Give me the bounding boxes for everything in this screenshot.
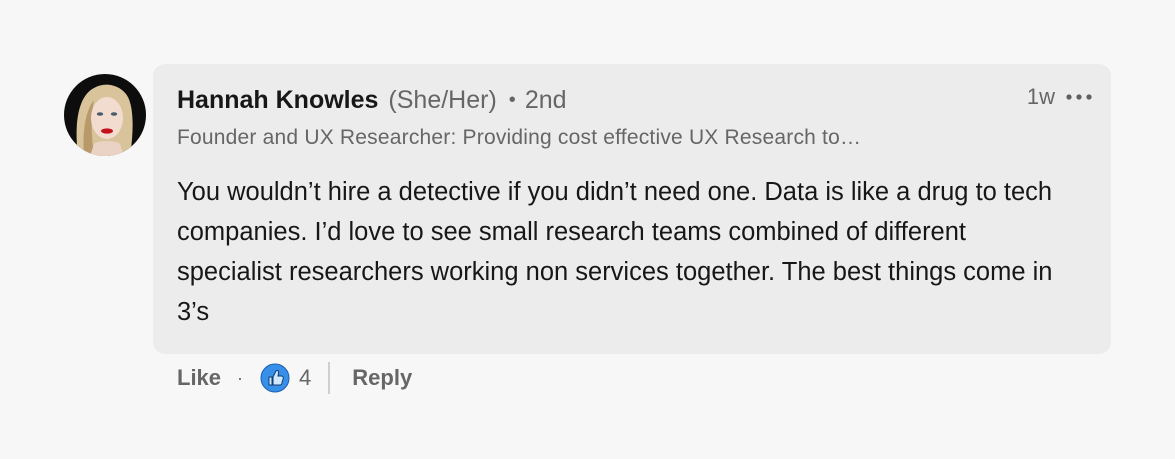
actions-divider (328, 362, 331, 394)
connection-degree: 2nd (524, 86, 567, 114)
comment-timestamp: 1w (1026, 84, 1055, 109)
avatar-photo (64, 74, 146, 156)
more-options-button[interactable] (1065, 86, 1093, 108)
comment-meta: 1w (1027, 84, 1093, 110)
like-thumbs-up-icon (260, 363, 290, 393)
ellipsis-horizontal-icon (1066, 94, 1092, 100)
comment-bubble: Hannah Knowles (She/Her) • 2nd Founder a… (153, 64, 1111, 354)
author-row: Hannah Knowles (She/Her) • 2nd (177, 86, 567, 118)
like-button[interactable]: Like (177, 365, 221, 391)
comment-item: Hannah Knowles (She/Her) • 2nd Founder a… (0, 0, 1175, 459)
author-pronouns: (She/Her) (388, 86, 497, 114)
comment-actions: Like · 4 Reply (177, 360, 412, 396)
reply-button[interactable]: Reply (352, 365, 412, 391)
action-separator: · (237, 367, 244, 388)
author-name[interactable]: Hannah Knowles (177, 86, 378, 115)
comment-text: You wouldn’t hire a detective if you did… (177, 178, 1053, 326)
reaction-count: 4 (299, 365, 312, 390)
author-headline: Founder and UX Researcher: Providing cos… (177, 126, 862, 149)
author-avatar[interactable] (64, 74, 146, 156)
reactions-summary[interactable]: 4 (260, 363, 311, 393)
separator-dot: • (508, 89, 516, 111)
